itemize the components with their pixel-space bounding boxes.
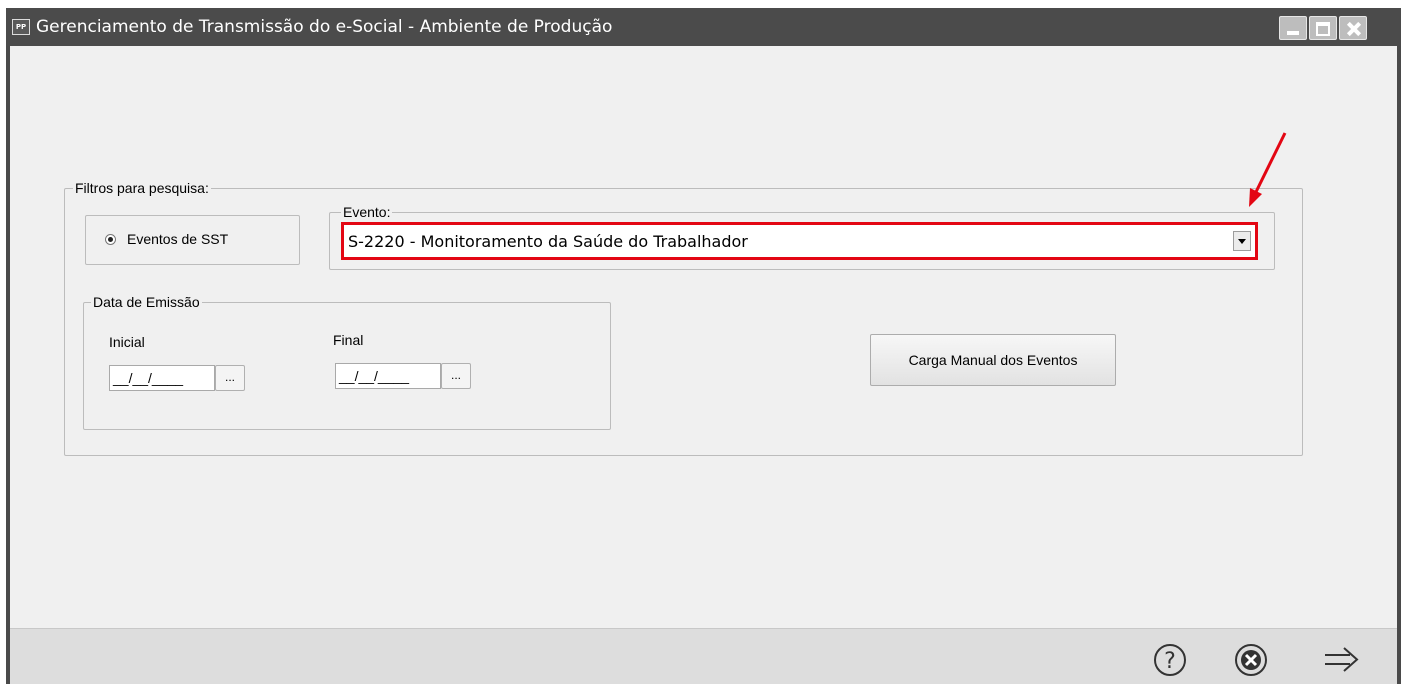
carga-manual-button[interactable]: Carga Manual dos Eventos [870, 334, 1116, 386]
final-date-field[interactable]: __/__/____ [335, 363, 441, 389]
minimize-button[interactable] [1279, 16, 1307, 40]
close-window-button[interactable] [1339, 16, 1367, 40]
inicial-date-field[interactable]: __/__/____ [109, 365, 215, 391]
inicial-date-picker-button[interactable]: ... [215, 365, 245, 391]
evento-groupbox: Evento: S-2220 - Monitoramento da Saúde … [329, 204, 1275, 270]
evento-selected-value: S-2220 - Monitoramento da Saúde do Traba… [348, 232, 748, 251]
cancel-icon[interactable] [1233, 642, 1269, 678]
title-bar: PP Gerenciamento de Transmissão do e-Soc… [6, 8, 1401, 46]
svg-text:?: ? [1164, 649, 1176, 674]
help-icon[interactable]: ? [1152, 642, 1188, 678]
final-date-picker-button[interactable]: ... [441, 363, 471, 389]
footer-bar [10, 628, 1397, 684]
filtros-legend: Filtros para pesquisa: [73, 180, 211, 196]
eventos-sst-radio[interactable] [105, 234, 116, 245]
eventos-sst-label[interactable]: Eventos de SST [127, 231, 228, 247]
inicial-label: Inicial [109, 334, 145, 350]
chevron-down-icon[interactable] [1233, 231, 1251, 251]
next-arrow-icon[interactable] [1322, 642, 1362, 678]
filtros-groupbox: Filtros para pesquisa: Eventos de SST Ev… [64, 180, 1303, 456]
app-icon: PP [12, 19, 30, 35]
final-label: Final [333, 332, 364, 348]
evento-select[interactable]: S-2220 - Monitoramento da Saúde do Traba… [341, 222, 1258, 260]
sst-radio-group: Eventos de SST [85, 215, 300, 265]
data-emissao-groupbox: Data de Emissão Inicial __/__/____ ... F… [83, 294, 611, 430]
maximize-button[interactable] [1309, 16, 1337, 40]
window-title: Gerenciamento de Transmissão do e-Social… [36, 17, 613, 37]
data-emissao-legend: Data de Emissão [91, 294, 202, 310]
client-area: Filtros para pesquisa: Eventos de SST Ev… [10, 46, 1397, 628]
app-window: PP Gerenciamento de Transmissão do e-Soc… [6, 8, 1401, 684]
evento-legend: Evento: [341, 204, 393, 220]
